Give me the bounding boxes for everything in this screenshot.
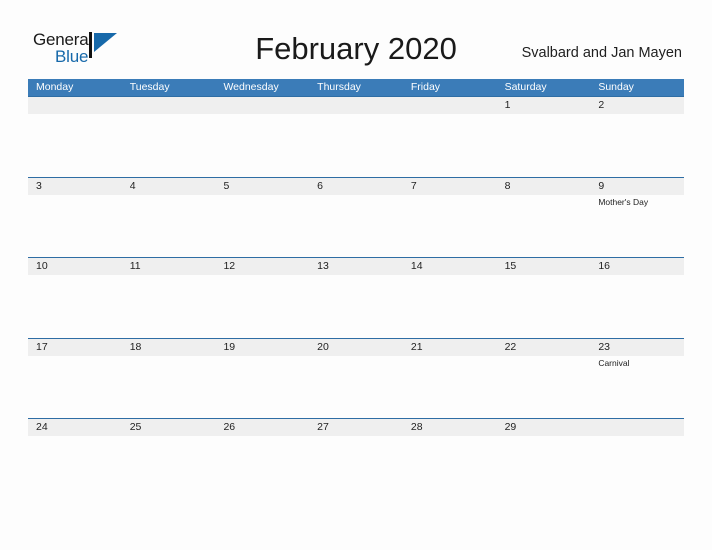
day-number: 29 bbox=[504, 421, 517, 433]
day-cell[interactable]: 10 bbox=[28, 258, 122, 338]
day-cell[interactable]: 23 Carnival bbox=[590, 339, 684, 419]
weekday-wednesday: Wednesday bbox=[223, 81, 279, 93]
day-cell[interactable] bbox=[122, 97, 216, 177]
day-cell[interactable] bbox=[28, 97, 122, 177]
day-number: 9 bbox=[598, 179, 605, 192]
week-days: 1 2 bbox=[28, 97, 684, 177]
weekday-friday: Friday bbox=[410, 81, 441, 93]
region-label: Svalbard and Jan Mayen bbox=[521, 45, 682, 61]
day-cell[interactable]: 22 bbox=[497, 339, 591, 419]
day-number: 4 bbox=[129, 179, 136, 192]
day-number: 26 bbox=[223, 421, 236, 433]
day-cell[interactable]: 14 bbox=[403, 258, 497, 338]
day-cell[interactable] bbox=[309, 97, 403, 177]
day-cell[interactable]: 24 bbox=[28, 419, 122, 499]
weekday-thursday: Thursday bbox=[317, 81, 361, 93]
day-cell[interactable]: 20 bbox=[309, 339, 403, 419]
day-cell[interactable]: 18 bbox=[122, 339, 216, 419]
day-number: 20 bbox=[317, 340, 329, 353]
day-number: 1 bbox=[504, 99, 511, 111]
day-cell[interactable]: 15 bbox=[497, 258, 591, 338]
weekday-tuesday: Tuesday bbox=[129, 81, 170, 93]
day-number: 27 bbox=[317, 421, 329, 433]
day-cell[interactable]: 11 bbox=[122, 258, 216, 338]
day-cell[interactable]: 25 bbox=[122, 419, 216, 499]
week-row: 1 2 bbox=[28, 96, 684, 177]
week-days: 24 25 26 27 28 29 bbox=[28, 419, 684, 499]
week-row: 17 18 19 20 21 22 23 Carnival bbox=[28, 337, 684, 419]
day-cell[interactable]: 2 bbox=[590, 97, 684, 177]
day-cell[interactable]: 5 bbox=[215, 178, 309, 258]
day-number: 8 bbox=[504, 179, 511, 192]
day-cell[interactable]: 29 bbox=[497, 419, 591, 499]
day-cell[interactable]: 9 Mother's Day bbox=[590, 178, 684, 258]
day-number: 16 bbox=[598, 260, 610, 272]
day-cell[interactable]: 3 bbox=[28, 178, 122, 258]
day-number: 13 bbox=[317, 260, 329, 272]
day-number: 21 bbox=[410, 340, 423, 353]
week-row: 24 25 26 27 28 29 bbox=[28, 418, 684, 499]
day-number: 2 bbox=[598, 99, 605, 111]
weekday-saturday: Saturday bbox=[504, 81, 547, 93]
day-cell[interactable]: 13 bbox=[309, 258, 403, 338]
day-number: 5 bbox=[223, 179, 230, 192]
day-cell[interactable]: 7 bbox=[403, 178, 497, 258]
day-number: 15 bbox=[504, 260, 517, 272]
day-number: 18 bbox=[129, 340, 142, 353]
day-cell[interactable] bbox=[590, 419, 684, 499]
day-cell[interactable]: 21 bbox=[403, 339, 497, 419]
day-cell[interactable]: 1 bbox=[497, 97, 591, 177]
day-event-label: Mother's Day bbox=[598, 196, 649, 207]
week-row: 3 4 5 6 7 8 9 Mother's Day bbox=[28, 176, 684, 258]
day-cell[interactable] bbox=[403, 97, 497, 177]
day-number: 22 bbox=[504, 340, 517, 353]
day-cell[interactable]: 19 bbox=[215, 339, 309, 419]
day-number: 19 bbox=[223, 340, 236, 353]
day-event-label: Carnival bbox=[598, 357, 630, 368]
calendar-page: General Blue February 2020 Svalbard and … bbox=[0, 0, 712, 550]
day-number: 12 bbox=[223, 260, 236, 272]
day-number: 11 bbox=[129, 260, 141, 272]
week-row: 10 11 12 13 14 15 16 bbox=[28, 257, 684, 338]
day-cell[interactable]: 16 bbox=[590, 258, 684, 338]
day-number: 23 bbox=[598, 340, 610, 353]
week-days: 3 4 5 6 7 8 9 Mother's Day bbox=[28, 178, 684, 258]
day-cell[interactable]: 8 bbox=[497, 178, 591, 258]
weekday-header-row: Monday Tuesday Wednesday Thursday Friday… bbox=[28, 79, 684, 96]
week-days: 17 18 19 20 21 22 23 Carnival bbox=[28, 339, 684, 419]
weekday-monday: Monday bbox=[36, 81, 74, 93]
day-number: 14 bbox=[410, 260, 423, 272]
calendar-grid: Monday Tuesday Wednesday Thursday Friday… bbox=[28, 79, 684, 499]
week-days: 10 11 12 13 14 15 16 bbox=[28, 258, 684, 338]
day-cell[interactable]: 17 bbox=[28, 339, 122, 419]
day-cell[interactable]: 6 bbox=[309, 178, 403, 258]
day-cell[interactable]: 27 bbox=[309, 419, 403, 499]
day-cell[interactable]: 28 bbox=[403, 419, 497, 499]
day-cell[interactable]: 4 bbox=[122, 178, 216, 258]
day-number: 24 bbox=[36, 421, 48, 433]
day-number: 7 bbox=[410, 179, 417, 192]
day-number: 28 bbox=[410, 421, 423, 433]
day-number: 6 bbox=[317, 179, 323, 192]
day-cell[interactable]: 26 bbox=[215, 419, 309, 499]
day-number: 3 bbox=[36, 179, 42, 192]
day-number: 10 bbox=[36, 260, 48, 272]
day-number: 25 bbox=[129, 421, 142, 433]
page-header: General Blue February 2020 Svalbard and … bbox=[0, 0, 712, 78]
day-cell[interactable] bbox=[215, 97, 309, 177]
day-cell[interactable]: 12 bbox=[215, 258, 309, 338]
weekday-sunday: Sunday bbox=[598, 81, 634, 93]
day-number: 17 bbox=[36, 340, 48, 353]
